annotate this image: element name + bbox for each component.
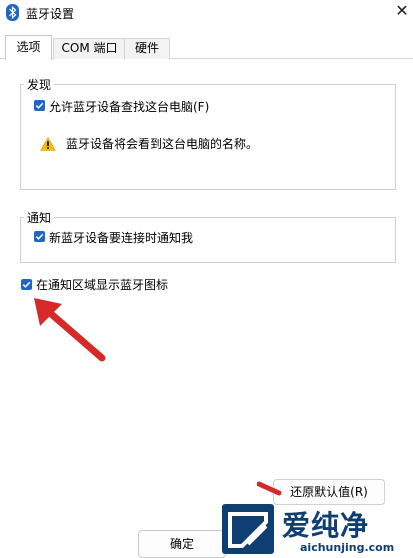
red-arrow-small-annotation: [257, 481, 282, 496]
warning-icon: [40, 137, 56, 151]
allow-find-checkbox[interactable]: [34, 100, 45, 111]
tab-com-ports[interactable]: COM 端口: [53, 38, 126, 59]
watermark-title: 爱纯净: [282, 509, 370, 542]
red-arrow-annotation: [34, 298, 106, 362]
allow-find-label[interactable]: 允许蓝牙设备查找这台电脑(F): [49, 98, 209, 115]
restore-defaults-button[interactable]: 还原默认值(R): [273, 479, 385, 505]
watermark-logo: [222, 504, 274, 554]
watermark-url: aichunjing.com: [300, 541, 395, 554]
close-icon[interactable]: ✕: [392, 1, 412, 20]
bluetooth-icon: [6, 4, 19, 21]
discovery-legend: 发现: [24, 76, 55, 93]
notify-legend: 通知: [24, 209, 55, 226]
window-title: 蓝牙设置: [26, 7, 75, 21]
ok-button[interactable]: 确定: [138, 530, 226, 558]
show-tray-icon-checkbox[interactable]: [21, 279, 32, 290]
show-tray-icon-label[interactable]: 在通知区域显示蓝牙图标: [36, 276, 168, 293]
new-device-notify-label[interactable]: 新蓝牙设备要连接时通知我: [49, 229, 193, 246]
warning-text: 蓝牙设备将会看到这台电脑的名称。: [66, 137, 259, 151]
tab-hardware[interactable]: 硬件: [124, 38, 170, 59]
new-device-notify-checkbox[interactable]: [34, 231, 45, 242]
tab-options[interactable]: 选项: [5, 35, 52, 60]
title-bar: 蓝牙设置 ✕: [0, 0, 413, 26]
